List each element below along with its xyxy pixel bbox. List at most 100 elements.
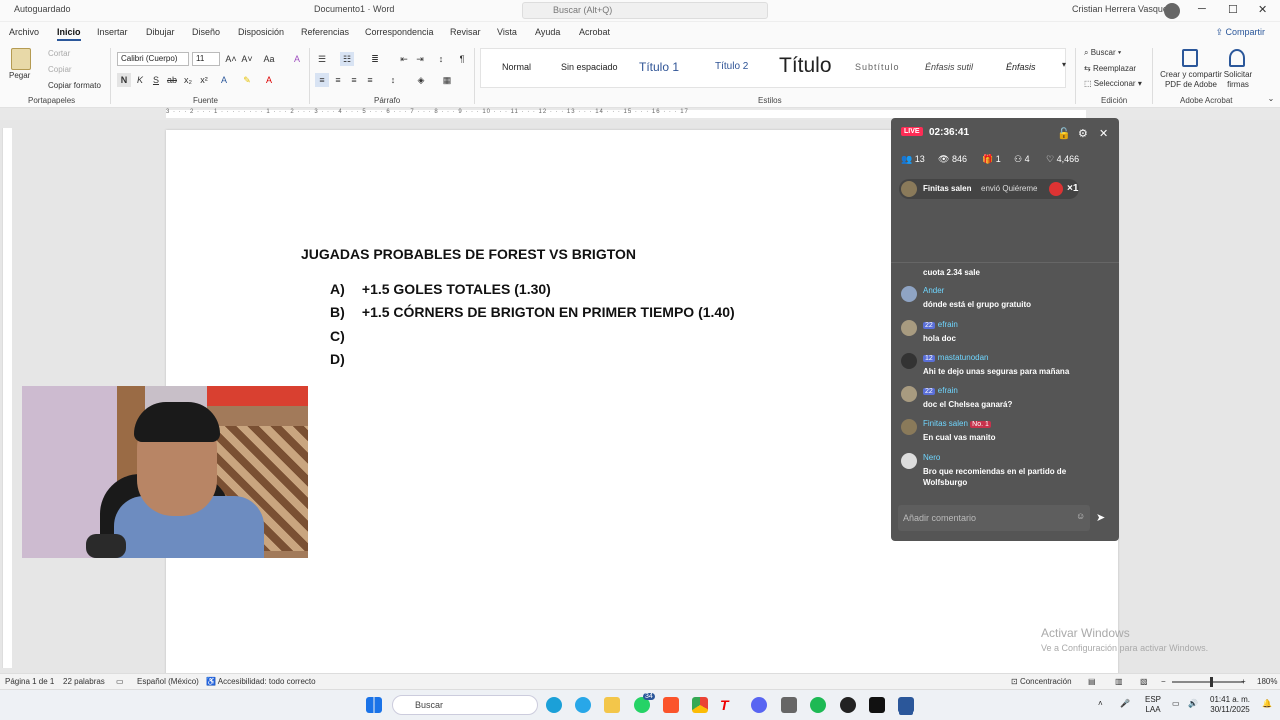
style-heading1[interactable]: Título 1 bbox=[639, 60, 679, 74]
chrome-icon[interactable] bbox=[692, 697, 708, 713]
change-case-icon[interactable]: Aa bbox=[262, 52, 276, 66]
copy-button[interactable]: Copiar bbox=[48, 65, 72, 74]
style-emphasis[interactable]: Énfasis bbox=[1006, 62, 1036, 72]
bullets-icon[interactable]: ☰ bbox=[315, 52, 329, 66]
tab-dibujar[interactable]: Dibujar bbox=[146, 27, 175, 37]
comment-input[interactable]: Añadir comentario ☺ bbox=[898, 505, 1090, 531]
brave-icon[interactable] bbox=[663, 697, 679, 713]
print-layout-icon[interactable]: ▥ bbox=[1115, 677, 1123, 686]
close-icon[interactable]: ✕ bbox=[1258, 3, 1267, 16]
bold-icon[interactable]: N bbox=[117, 73, 131, 87]
focus-button[interactable]: ⊡ Concentración bbox=[1011, 677, 1072, 686]
font-size-combo[interactable]: 11 bbox=[192, 52, 220, 66]
tab-disposicion[interactable]: Disposición bbox=[238, 27, 284, 37]
italic-icon[interactable]: K bbox=[133, 73, 147, 87]
tab-correspondencia[interactable]: Correspondencia bbox=[365, 27, 434, 37]
paste-icon[interactable] bbox=[11, 48, 31, 70]
align-center-icon[interactable]: ≡ bbox=[331, 73, 345, 87]
calculator-icon[interactable] bbox=[781, 697, 797, 713]
share-button[interactable]: ⇪ Compartir bbox=[1215, 27, 1265, 38]
shrink-font-icon[interactable]: A˅ bbox=[240, 52, 254, 66]
language-status[interactable]: Español (México) bbox=[137, 677, 199, 686]
find-button[interactable]: ⌕ Buscar ▾ bbox=[1084, 48, 1121, 58]
align-right-icon[interactable]: ≡ bbox=[347, 73, 361, 87]
volume-icon[interactable]: 🔊 bbox=[1188, 699, 1198, 708]
page-count[interactable]: Página 1 de 1 bbox=[5, 677, 54, 686]
tab-diseno[interactable]: Diseño bbox=[192, 27, 220, 37]
font-color-icon[interactable]: A bbox=[262, 73, 276, 87]
style-subtitle[interactable]: Subtítulo bbox=[855, 62, 900, 72]
lock-icon[interactable]: 🔓 bbox=[1057, 127, 1071, 140]
user-avatar[interactable] bbox=[1164, 3, 1180, 19]
borders-icon[interactable]: ▦ bbox=[440, 73, 454, 87]
styles-expand-icon[interactable]: ▾ bbox=[1057, 58, 1071, 72]
format-painter-button[interactable]: Copiar formato bbox=[48, 81, 101, 90]
close-panel-icon[interactable]: ✕ bbox=[1099, 127, 1108, 140]
word-icon[interactable] bbox=[898, 697, 914, 713]
zoom-out-icon[interactable]: − bbox=[1161, 677, 1166, 686]
tab-inicio[interactable]: Inicio bbox=[57, 27, 81, 41]
tab-revisar[interactable]: Revisar bbox=[450, 27, 481, 37]
style-title[interactable]: Título bbox=[779, 54, 832, 78]
show-marks-icon[interactable]: ¶ bbox=[455, 52, 469, 66]
tray-chevron-icon[interactable]: ˄ bbox=[1098, 699, 1103, 708]
read-mode-icon[interactable]: ▤ bbox=[1088, 677, 1096, 686]
accessibility-status[interactable]: ♿ Accesibilidad: todo correcto bbox=[206, 677, 316, 686]
request-sign-icon[interactable] bbox=[1229, 49, 1245, 67]
windows-start-icon[interactable] bbox=[366, 697, 382, 713]
highlight-icon[interactable]: ✎ bbox=[240, 73, 254, 87]
send-icon[interactable]: ➤ bbox=[1096, 511, 1105, 524]
spotify-icon[interactable] bbox=[810, 697, 826, 713]
select-button[interactable]: ⬚ Seleccionar ▾ bbox=[1084, 79, 1142, 88]
microphone-icon[interactable]: 🎤 bbox=[1120, 699, 1130, 708]
tiktok-icon[interactable] bbox=[869, 697, 885, 713]
sort-icon[interactable]: ↕ bbox=[434, 52, 448, 66]
zoom-level[interactable]: 180% bbox=[1257, 677, 1277, 686]
word-count[interactable]: 22 palabras bbox=[63, 677, 105, 686]
tab-archivo[interactable]: Archivo bbox=[9, 27, 39, 37]
style-no-spacing[interactable]: Sin espaciado bbox=[561, 62, 618, 72]
justify-icon[interactable]: ≡ bbox=[363, 73, 377, 87]
settings-icon[interactable]: ⚙ bbox=[1078, 127, 1088, 140]
clear-format-icon[interactable]: A bbox=[290, 52, 304, 66]
edge-icon[interactable] bbox=[546, 697, 562, 713]
zoom-slider[interactable] bbox=[1172, 681, 1244, 683]
subscript-icon[interactable]: x₂ bbox=[181, 73, 195, 87]
superscript-icon[interactable]: x² bbox=[197, 73, 211, 87]
numbering-icon[interactable]: ☷ bbox=[340, 52, 354, 66]
decrease-indent-icon[interactable]: ⇤ bbox=[397, 52, 411, 66]
discord-icon[interactable] bbox=[751, 697, 767, 713]
text-effects-icon[interactable]: A bbox=[217, 73, 231, 87]
adobe-pdf-icon[interactable] bbox=[1182, 49, 1198, 67]
notifications-icon[interactable]: 🔔 bbox=[1262, 699, 1272, 708]
emoji-icon[interactable]: ☺ bbox=[1076, 511, 1085, 521]
tab-acrobat[interactable]: Acrobat bbox=[579, 27, 610, 37]
clock[interactable]: 01:41 a. m. 30/11/2025 bbox=[1210, 695, 1250, 715]
increase-indent-icon[interactable]: ⇥ bbox=[413, 52, 427, 66]
shading-icon[interactable]: ◈ bbox=[414, 73, 428, 87]
file-explorer-icon[interactable] bbox=[604, 697, 620, 713]
title-search-box[interactable]: Buscar (Alt+Q) bbox=[522, 2, 768, 19]
tab-vista[interactable]: Vista bbox=[497, 27, 517, 37]
paste-button[interactable]: Pegar bbox=[9, 71, 30, 80]
create-pdf-button[interactable]: Crear y compartir PDF de Adobe bbox=[1158, 70, 1224, 90]
obs-icon[interactable] bbox=[840, 697, 856, 713]
minimize-icon[interactable]: ─ bbox=[1198, 3, 1206, 15]
collapse-ribbon-icon[interactable]: ⌄ bbox=[1264, 92, 1278, 106]
tab-ayuda[interactable]: Ayuda bbox=[535, 27, 560, 37]
align-left-icon[interactable]: ≡ bbox=[315, 73, 329, 87]
grow-font-icon[interactable]: A˄ bbox=[224, 52, 238, 66]
style-heading2[interactable]: Título 2 bbox=[715, 61, 748, 72]
network-icon[interactable]: ▭ bbox=[1172, 699, 1180, 708]
font-name-combo[interactable]: Calibri (Cuerpo) bbox=[117, 52, 189, 66]
strikethrough-icon[interactable]: ab bbox=[165, 73, 179, 87]
line-spacing-icon[interactable]: ↕ bbox=[386, 73, 400, 87]
request-signatures-button[interactable]: Solicitar firmas bbox=[1222, 70, 1254, 90]
replace-button[interactable]: ⇆ Reemplazar bbox=[1084, 64, 1136, 73]
multilevel-list-icon[interactable]: ≣ bbox=[368, 52, 382, 66]
style-subtle-emphasis[interactable]: Énfasis sutil bbox=[925, 62, 973, 72]
maximize-icon[interactable]: ☐ bbox=[1228, 3, 1238, 16]
tab-referencias[interactable]: Referencias bbox=[301, 27, 349, 37]
web-layout-icon[interactable]: ▧ bbox=[1140, 677, 1148, 686]
telegram-icon[interactable] bbox=[575, 697, 591, 713]
